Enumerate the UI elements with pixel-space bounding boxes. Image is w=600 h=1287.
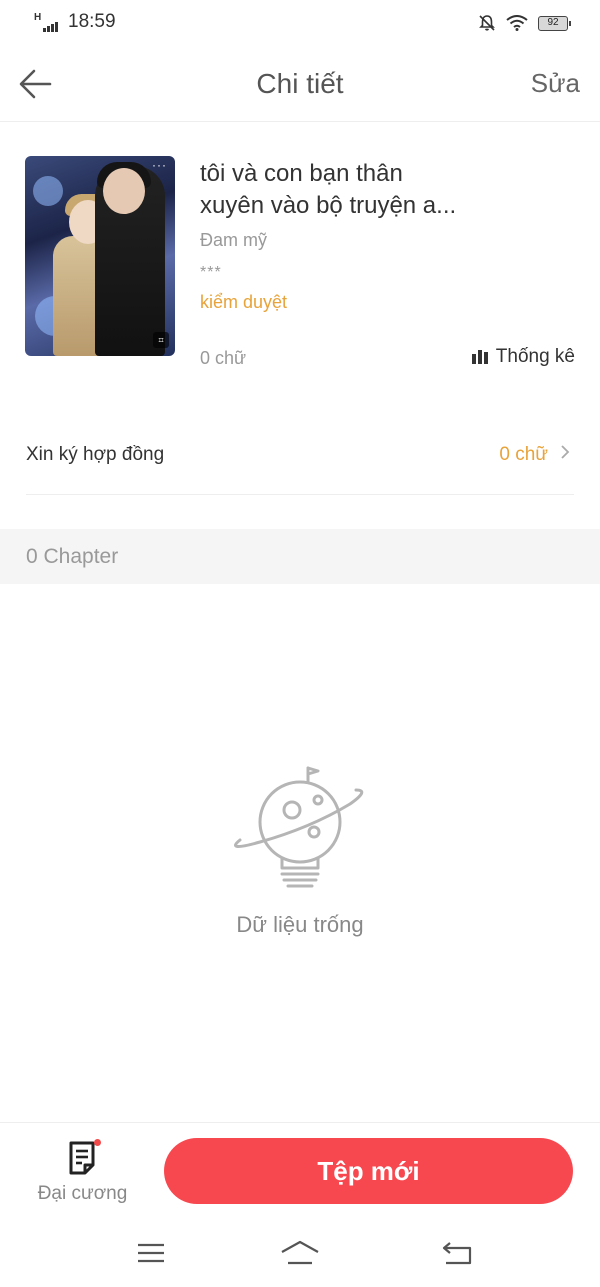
chapter-count: 0 Chapter	[26, 545, 119, 568]
chevron-right-icon	[561, 445, 570, 459]
contract-label: Xin ký hợp đồng	[26, 444, 165, 465]
stats-button[interactable]: Thống kê	[471, 346, 575, 368]
empty-state: Dữ liệu trống	[0, 760, 600, 960]
back-nav-icon[interactable]	[438, 1238, 478, 1268]
book-title-line2: xuyên vào bộ truyện a...	[200, 192, 457, 219]
notification-dot	[94, 1139, 101, 1146]
word-count: 0 chữ	[200, 348, 247, 368]
book-info: ··· ⌗ tôi và con bạn thân xuyên vào bộ t…	[25, 156, 575, 368]
new-file-button[interactable]: Tệp mới	[164, 1138, 573, 1204]
home-icon[interactable]	[280, 1238, 320, 1268]
scan-icon[interactable]: ⌗	[153, 332, 169, 348]
header: Chi tiết Sửa	[0, 48, 600, 122]
status-badge: kiểm duyệt	[200, 292, 288, 312]
contract-value: 0 chữ	[499, 444, 548, 465]
status-bar: H 18:59 92	[0, 0, 600, 48]
status-left: H 18:59	[34, 12, 116, 32]
outline-button[interactable]: Đại cương	[30, 1139, 135, 1211]
book-title-line1: tôi và con bạn thân	[200, 160, 403, 187]
status-time: 18:59	[68, 11, 116, 32]
empty-text: Dữ liệu trống	[236, 912, 364, 937]
edit-button[interactable]: Sửa	[531, 68, 580, 99]
chapter-header: 0 Chapter	[0, 529, 600, 584]
system-nav-bar	[0, 1222, 600, 1287]
page-title: Chi tiết	[256, 68, 344, 99]
book-title: tôi và con bạn thân xuyên vào bộ truyện …	[200, 158, 500, 222]
cover-dots: ···	[152, 158, 167, 172]
bottom-bar: Đại cương Tệp mới	[0, 1122, 600, 1222]
network-type: H	[34, 12, 42, 23]
book-rating: ***	[200, 264, 222, 281]
bar-chart-icon	[471, 350, 488, 364]
outline-label: Đại cương	[37, 1183, 128, 1204]
stats-label: Thống kê	[495, 346, 575, 367]
battery-icon: 92	[538, 15, 571, 31]
book-genre: Đam mỹ	[200, 230, 267, 250]
status-right: 92	[478, 14, 571, 32]
mute-bell-icon	[479, 15, 495, 31]
book-cover[interactable]: ··· ⌗	[25, 156, 175, 356]
signal-icon: H	[34, 12, 62, 32]
lightbulb-planet-icon	[234, 766, 364, 888]
contract-row[interactable]: Xin ký hợp đồng 0 chữ	[26, 420, 574, 495]
menu-icon[interactable]	[130, 1238, 170, 1268]
wifi-icon	[506, 15, 528, 31]
document-list-icon	[69, 1141, 95, 1175]
